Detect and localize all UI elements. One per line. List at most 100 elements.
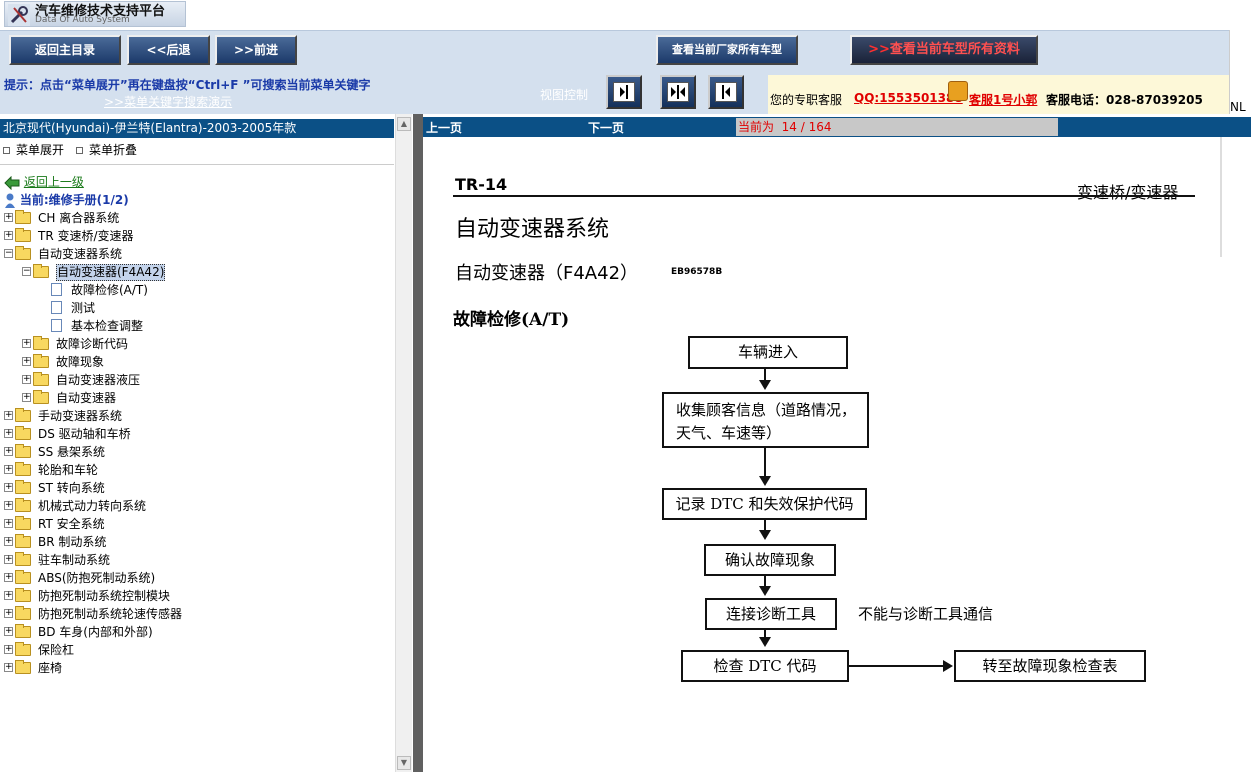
tree-item-label: 故障现象 [56,355,105,369]
collapse-box-icon [76,147,83,154]
folder-icon [15,516,31,530]
menu-scrollbar[interactable]: ▲ ▼ [395,114,412,772]
page-indicator-value: 14 / 164 [781,120,832,134]
scroll-down-icon[interactable]: ▼ [397,756,411,770]
menu-collapse-label: 菜单折叠 [89,143,138,157]
doc-subheading: 自动变速器（F4A42） [455,263,639,284]
folder-icon [33,264,49,278]
expand-icon[interactable]: + [4,213,13,222]
panel-splitter[interactable] [413,114,423,772]
expand-icon[interactable]: + [4,591,13,600]
back-button[interactable]: <<后退 [127,35,210,65]
menu-collapse-button[interactable]: 菜单折叠 [76,141,137,158]
folder-icon [15,444,31,458]
expand-icon[interactable]: + [22,339,31,348]
collapse-icon[interactable]: − [4,249,13,258]
page-indicator-prefix: 当前为 [738,120,775,134]
customer-service-bar: 您的专职客服 QQ:1553501388 客服1号小郭 客服电话：028-870… [768,75,1229,114]
tree-item-label: 自动变速器液压 [56,373,141,387]
flow-arrow-icon [759,586,771,596]
agent-link[interactable]: 客服1号小郭 [969,91,1037,108]
page-edge [1220,137,1222,257]
folder-icon [15,534,31,548]
tree-item-label: 自动变速器系统 [38,247,123,261]
qq-link[interactable]: QQ:1553501388 [854,91,963,105]
expand-icon[interactable]: + [4,537,13,546]
view-manufacturer-button[interactable]: 查看当前厂家所有车型 [656,35,798,65]
app-header: 汽车维修技术支持平台 Data Of Auto System [0,0,1251,30]
expand-icon[interactable]: + [4,447,13,456]
flow-step-3: 记录 DTC 和失效保护代码 [662,488,867,520]
tree-item-label: TR 变速桥/变速器 [38,229,134,243]
expand-box-icon [3,147,10,154]
back-up-link[interactable]: 返回上一级 [4,173,84,190]
vehicle-title: 北京现代(Hyundai)-伊兰特(Elantra)-2003-2005年款 [0,119,394,138]
document-icon [51,319,62,332]
view-all-button[interactable]: >>查看当前车型所有资料 [850,35,1038,65]
flow-connector [849,665,945,667]
chat-icon[interactable] [948,81,968,101]
expand-icon[interactable]: + [4,609,13,618]
menu-expand-button[interactable]: 菜单展开 [3,141,64,158]
forward-button[interactable]: >>前进 [215,35,297,65]
arrow-left-icon [715,82,737,102]
collapse-icon[interactable]: − [22,267,31,276]
view-expand-right-button[interactable] [606,75,642,109]
expand-icon[interactable]: + [4,465,13,474]
tree-item-label: DS 驱动轴和车桥 [38,427,131,441]
home-button[interactable]: 返回主目录 [9,35,121,65]
expand-icon[interactable]: + [4,663,13,672]
tree-item-label: 保险杠 [38,643,75,657]
document-page: TR-14 变速桥/变速器 自动变速器系统 自动变速器（F4A42） EB965… [423,137,1251,772]
tree-item-label: CH 离合器系统 [38,211,120,225]
view-expand-left-button[interactable] [708,75,744,109]
folder-icon [15,606,31,620]
doc-code-id: EB96578B [671,267,723,277]
arrow-right-icon [613,82,635,102]
expand-icon[interactable]: + [4,627,13,636]
expand-icon[interactable]: + [4,429,13,438]
flow-step-5-note: 不能与诊断工具通信 [858,605,994,623]
flow-arrow-icon [759,637,771,647]
page-code: TR-14 [455,175,508,194]
expand-icon[interactable]: + [22,375,31,384]
view-split-button[interactable] [660,75,696,109]
prev-page-link[interactable]: 上一页 [426,119,462,136]
folder-icon [15,246,31,260]
expand-icon[interactable]: + [4,231,13,240]
tree-item-label: 防抱死制动系统轮速传感器 [38,607,183,621]
tree-item-label: 故障检修(A/T) [71,283,148,297]
view-control-label: 视图控制 [540,88,589,102]
folder-icon [15,588,31,602]
expand-icon[interactable]: + [4,519,13,528]
tree-item-label: 轮胎和车轮 [38,463,99,477]
expand-icon[interactable]: + [22,357,31,366]
tree-item-label: ST 转向系统 [38,481,105,495]
tree-item-label: RT 安全系统 [38,517,105,531]
tree-item-label: 手动变速器系统 [38,409,123,423]
folder-icon [33,372,49,386]
current-location: 当前:维修手册(1/2) [4,191,129,208]
folder-icon [33,354,49,368]
folder-icon [15,228,31,242]
folder-icon [15,570,31,584]
flow-step-2-line1: 收集顾客信息（道路情况， [676,401,857,419]
expand-icon[interactable]: + [4,411,13,420]
expand-icon[interactable]: + [4,573,13,582]
expand-icon[interactable]: + [22,393,31,402]
search-demo-link[interactable]: >>菜单关键字搜索演示 [104,93,232,110]
back-arrow-icon [4,175,20,190]
scroll-up-icon[interactable]: ▲ [397,117,411,131]
next-page-link[interactable]: 下一页 [588,119,624,136]
person-icon [5,193,15,208]
tree-item-label: BD 车身(内部和外部) [38,625,153,639]
expand-icon[interactable]: + [4,501,13,510]
flow-step-7: 转至故障现象检查表 [954,650,1146,682]
tree-item-label: 故障诊断代码 [56,337,129,351]
back-up-label: 返回上一级 [23,175,84,189]
expand-icon[interactable]: + [4,483,13,492]
expand-icon[interactable]: + [4,645,13,654]
expand-icon[interactable]: + [4,555,13,564]
app-subtitle: Data Of Auto System [35,15,130,25]
nl-text: NL [1230,100,1246,114]
